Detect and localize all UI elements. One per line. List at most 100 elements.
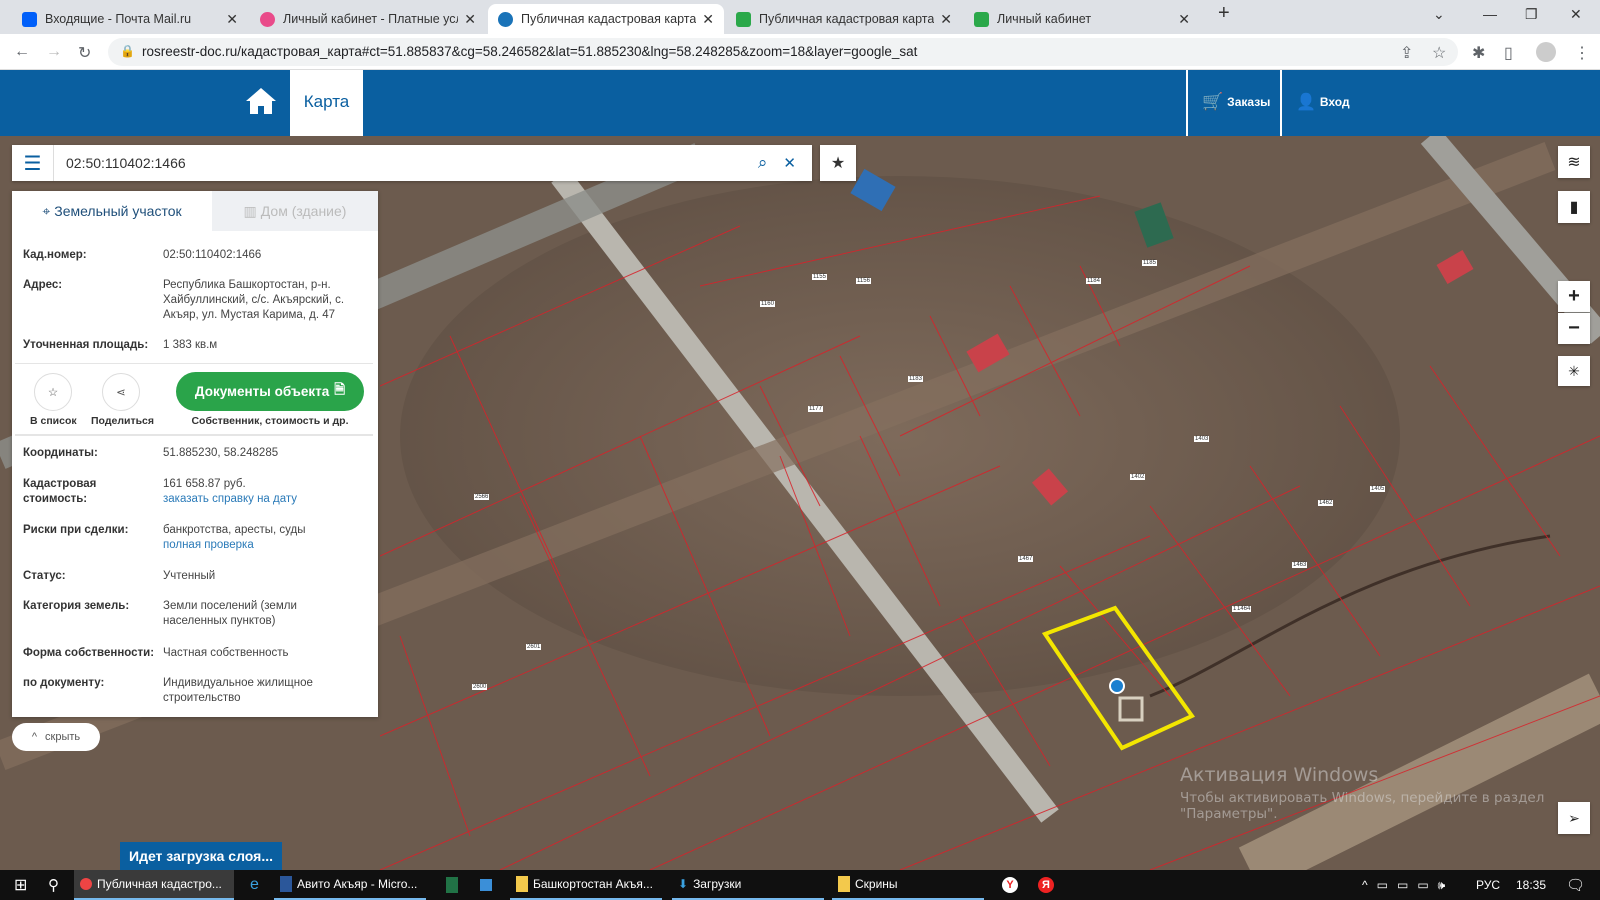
url-input[interactable]: 🔒 rosreestr-doc.ru/кадастровая_карта#ct=5… xyxy=(108,38,1458,66)
back-icon[interactable]: ← xyxy=(14,43,30,61)
close-tab-icon[interactable]: ✕ xyxy=(1178,11,1190,28)
parcel-label: 1403 xyxy=(1194,436,1210,442)
tab-cadastral-map-2[interactable]: Публичная кадастровая карта: г ✕ xyxy=(726,4,962,34)
layers-button[interactable]: ≋ xyxy=(1558,146,1590,178)
clear-icon[interactable]: ✕ xyxy=(783,154,796,172)
tab-cabinet[interactable]: Личный кабинет ✕ xyxy=(964,4,1200,34)
coordinates-value: 51.885230, 58.248285 xyxy=(163,447,279,459)
parcel-label: 2600 xyxy=(472,684,488,690)
share-button[interactable]: ⋖ xyxy=(102,373,140,411)
geolocate-button[interactable]: ➢ xyxy=(1558,802,1590,834)
reload-icon[interactable]: ↻ xyxy=(78,43,91,63)
building-icon: ▥ xyxy=(243,202,257,219)
zoom-out-button[interactable]: − xyxy=(1558,313,1590,344)
login-button[interactable]: 👤 Вход xyxy=(1296,92,1350,112)
zoom-in-button[interactable]: + xyxy=(1558,281,1590,312)
parcel-label: 1155 xyxy=(812,274,827,280)
computer-icon[interactable] xyxy=(474,870,498,900)
lock-icon: 🔒 xyxy=(120,44,135,58)
menu-hamburger-icon[interactable]: ☰ xyxy=(12,145,54,181)
parcel-label: 1462 xyxy=(1318,500,1334,506)
object-documents-button[interactable]: Документы объекта 🗎 xyxy=(176,372,364,411)
site-icon xyxy=(260,11,275,27)
divider xyxy=(15,434,373,436)
field-label: по документу: xyxy=(23,677,105,689)
profile-avatar[interactable] xyxy=(1536,42,1556,62)
chevron-up-icon: ^ xyxy=(31,731,38,743)
site-icon xyxy=(498,11,513,27)
clock[interactable]: 18:35 xyxy=(1510,870,1552,900)
search-icon[interactable]: ⌕ xyxy=(758,153,768,173)
close-tab-icon[interactable]: ✕ xyxy=(464,11,476,28)
order-certificate-link[interactable]: заказать справку на дату xyxy=(163,493,297,505)
panel-toggle-button[interactable]: ▮ xyxy=(1558,191,1590,223)
tab-land-plot[interactable]: ⌖ Земельный участок xyxy=(12,191,212,231)
share-icon: ⋖ xyxy=(116,387,126,399)
bookmark-star-icon[interactable]: ☆ xyxy=(1432,43,1446,63)
start-button[interactable]: ⊞ xyxy=(8,870,33,900)
permitted-use-value: Индивидуальное жилищное строительство xyxy=(163,677,313,704)
language-indicator[interactable]: РУС xyxy=(1470,870,1506,900)
menu-dots-icon[interactable]: ⋮ xyxy=(1574,43,1590,63)
map-tab[interactable]: Карта xyxy=(290,70,363,136)
home-icon[interactable] xyxy=(244,86,278,116)
yandex-browser-icon[interactable]: Y xyxy=(996,870,1024,900)
system-tray[interactable]: ^ ▭ ▭ ▭ 🕪 xyxy=(1356,870,1451,900)
parcel-label: 1156 xyxy=(856,278,871,284)
parcel-label: 1160 xyxy=(760,301,775,307)
close-tab-icon[interactable]: ✕ xyxy=(226,11,238,28)
excel-icon[interactable] xyxy=(440,870,464,900)
share-icon[interactable]: ⇪ xyxy=(1400,43,1413,63)
field-label: Кадастровая стоимость: xyxy=(23,478,97,505)
mail-icon xyxy=(22,11,37,27)
windows-taskbar: ⊞ ⚲ Публичная кадастро... e Авито Акъяр … xyxy=(0,870,1600,900)
tab-mail[interactable]: Входящие - Почта Mail.ru ✕ xyxy=(12,4,248,34)
search-input[interactable]: 02:50:110402:1466 xyxy=(54,155,758,171)
loading-spinner-button[interactable]: ✳ xyxy=(1558,356,1590,386)
tab-cabinet-paid[interactable]: Личный кабинет - Платные усл ✕ xyxy=(250,4,486,34)
favorites-star-button[interactable]: ★ xyxy=(820,145,856,181)
share-label: Поделиться xyxy=(91,415,155,427)
notifications-icon[interactable]: 🗨 xyxy=(1560,870,1591,900)
book-icon: ▮ xyxy=(1569,199,1579,216)
tab-bar: Входящие - Почта Mail.ru ✕ Личный кабинет… xyxy=(0,0,1600,34)
layers-icon: ≋ xyxy=(1567,154,1581,171)
add-to-list-button[interactable]: ☆ xyxy=(34,373,72,411)
orders-button[interactable]: 🛒 Заказы xyxy=(1202,92,1270,112)
tab-building[interactable]: ▥ Дом (здание) xyxy=(212,191,378,231)
folder-icon xyxy=(838,876,850,892)
search-bar: ☰ 02:50:110402:1466 ⌕ ✕ xyxy=(12,145,812,181)
minimize-button[interactable]: — xyxy=(1483,6,1497,22)
cadastral-number-link[interactable]: 02:50:110402:1466 xyxy=(163,248,261,263)
field-label: Статус: xyxy=(23,570,66,582)
taskbar-downloads[interactable]: ⬇ Загрузки xyxy=(672,870,824,900)
forward-icon[interactable]: → xyxy=(46,43,62,61)
new-tab-button[interactable]: + xyxy=(1218,2,1230,25)
extensions-icon[interactable]: ✱ xyxy=(1472,43,1485,63)
tab-cadastral-map-active[interactable]: Публичная кадастровая карта 2 ✕ xyxy=(488,4,724,34)
close-window-button[interactable]: ✕ xyxy=(1570,6,1582,23)
divider xyxy=(1186,70,1188,136)
status-value: Учтенный xyxy=(163,570,216,582)
hide-panel-button[interactable]: ^ скрыть xyxy=(12,723,100,751)
ie-icon[interactable]: e xyxy=(244,870,265,900)
yandex-icon[interactable]: Я xyxy=(1032,870,1060,900)
taskbar-word[interactable]: Авито Акъяр - Micro... xyxy=(274,870,426,900)
area-value: 1 383 кв.м xyxy=(163,339,218,351)
taskbar-folder-bashkortostan[interactable]: Башкортостан Акъя... xyxy=(510,870,662,900)
taskbar-folder-screens[interactable]: Скрины xyxy=(832,870,984,900)
search-icon[interactable]: ⚲ xyxy=(42,870,65,900)
close-tab-icon[interactable]: ✕ xyxy=(702,11,714,28)
full-check-link[interactable]: полная проверка xyxy=(163,539,254,551)
restore-button[interactable]: ❐ xyxy=(1525,6,1538,23)
documents-subtitle: Собственник, стоимость и др. xyxy=(191,415,349,427)
battery-icon: ▭ xyxy=(1396,878,1409,892)
side-panel-icon[interactable]: ▯ xyxy=(1504,43,1513,63)
tab-search-icon[interactable]: ⌄ xyxy=(1433,6,1445,23)
taskbar-chrome[interactable]: Публичная кадастро... xyxy=(74,870,234,900)
location-marker xyxy=(1109,678,1125,694)
map-pin-icon: ⌖ xyxy=(42,202,51,219)
user-icon: 👤 xyxy=(1296,94,1316,111)
parcel-label: 1464 xyxy=(1236,606,1252,612)
close-tab-icon[interactable]: ✕ xyxy=(940,11,952,28)
